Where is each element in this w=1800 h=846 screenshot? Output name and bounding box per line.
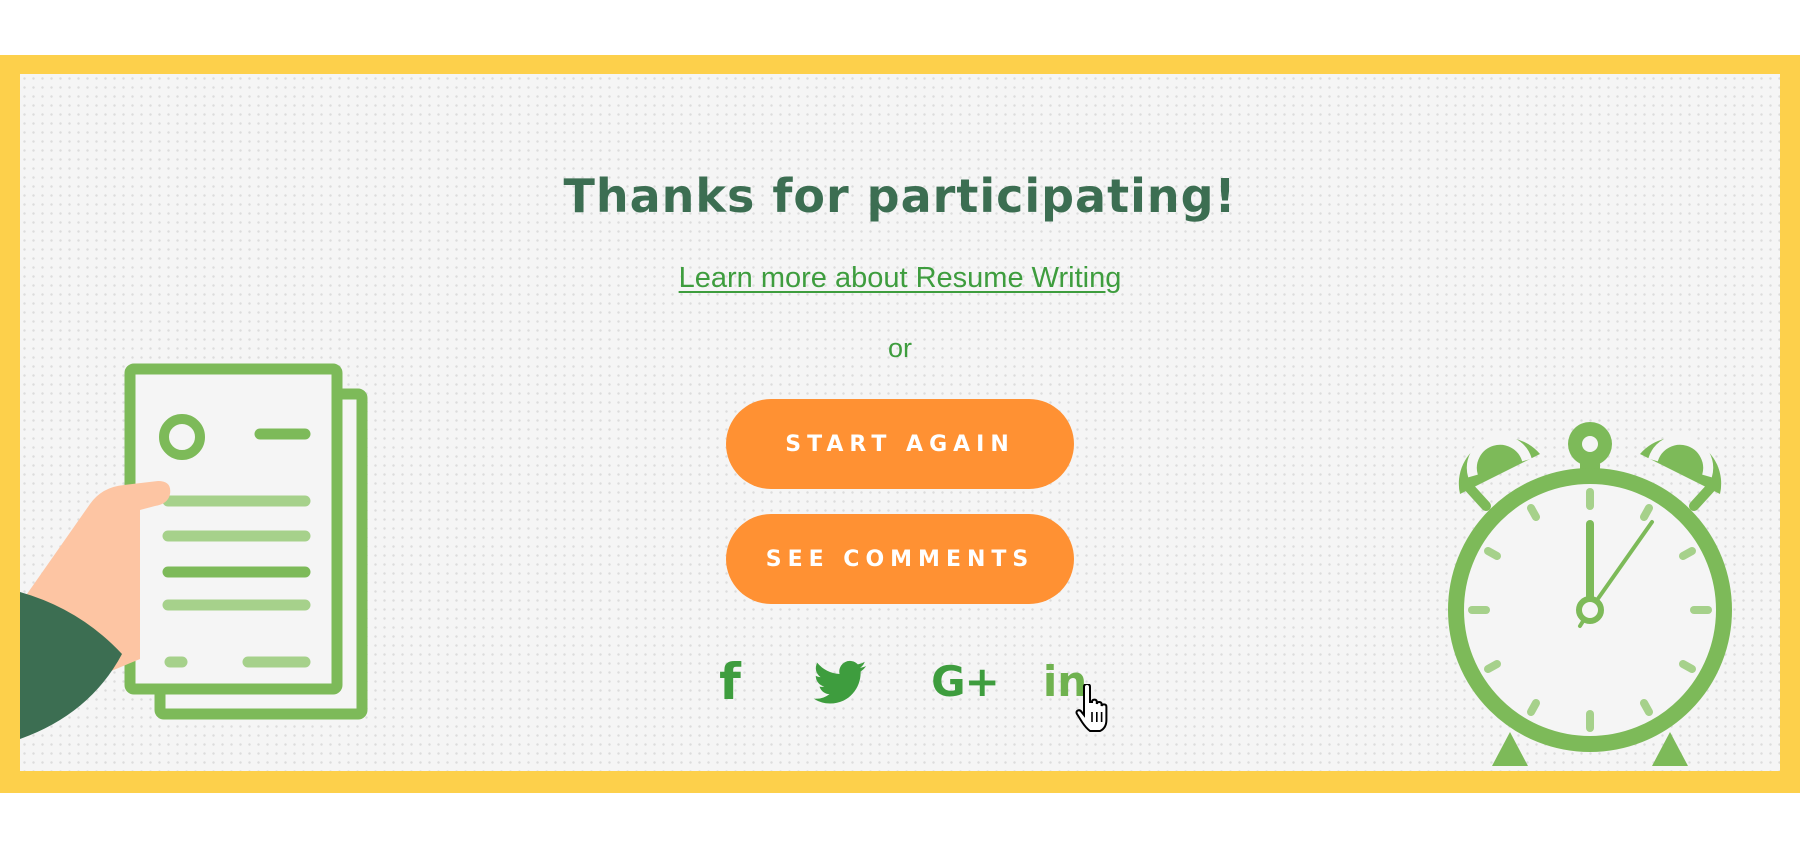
google-plus-icon[interactable]: G+ xyxy=(920,652,1010,712)
pointer-cursor-icon xyxy=(1075,684,1108,732)
thank-you-panel: Thanks for participating! Learn more abo… xyxy=(20,74,1780,771)
alarm-clock-icon xyxy=(1448,422,1732,766)
see-comments-button[interactable]: SEE COMMENTS xyxy=(726,514,1074,604)
page-title: Thanks for participating! xyxy=(563,169,1237,223)
twitter-icon[interactable] xyxy=(810,652,870,712)
or-separator: or xyxy=(887,333,912,363)
facebook-icon[interactable]: f xyxy=(710,652,750,712)
start-again-button[interactable]: START AGAIN xyxy=(726,399,1074,489)
page-frame: Thanks for participating! Learn more abo… xyxy=(0,55,1800,793)
learn-more-link[interactable]: Learn more about Resume Writing xyxy=(20,262,1780,295)
resume-document-icon xyxy=(20,363,368,739)
